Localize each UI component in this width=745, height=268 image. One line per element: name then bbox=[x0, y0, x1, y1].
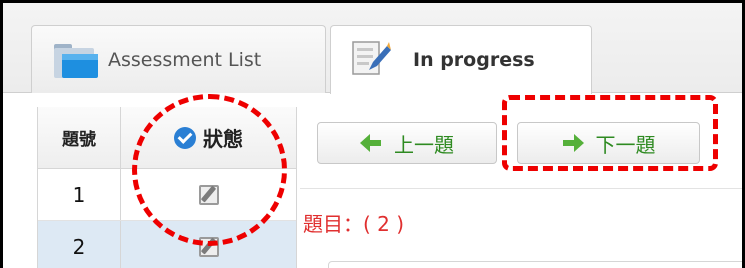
header-question-number: 題號 bbox=[38, 107, 121, 168]
tab-in-progress-label: In progress bbox=[413, 49, 535, 71]
question-title: 題目：( 2 ) bbox=[303, 212, 405, 236]
annotation-circle-status bbox=[132, 94, 287, 246]
previous-question-button[interactable]: 上一題 bbox=[317, 122, 497, 164]
annotation-box-next-button bbox=[502, 95, 718, 171]
question-number: 1 bbox=[38, 169, 121, 220]
notepad-pencil-icon bbox=[351, 40, 399, 80]
tab-in-progress[interactable]: In progress bbox=[330, 25, 592, 94]
tab-bar: Assessment List In progress bbox=[3, 3, 742, 94]
question-content-box bbox=[328, 261, 742, 268]
question-number: 2 bbox=[38, 221, 121, 268]
arrow-left-icon bbox=[360, 134, 382, 152]
previous-question-label: 上一題 bbox=[394, 132, 454, 157]
folder-icon bbox=[52, 40, 100, 80]
tab-assessment-list[interactable]: Assessment List bbox=[31, 25, 326, 93]
tab-assessment-list-label: Assessment List bbox=[108, 48, 262, 71]
